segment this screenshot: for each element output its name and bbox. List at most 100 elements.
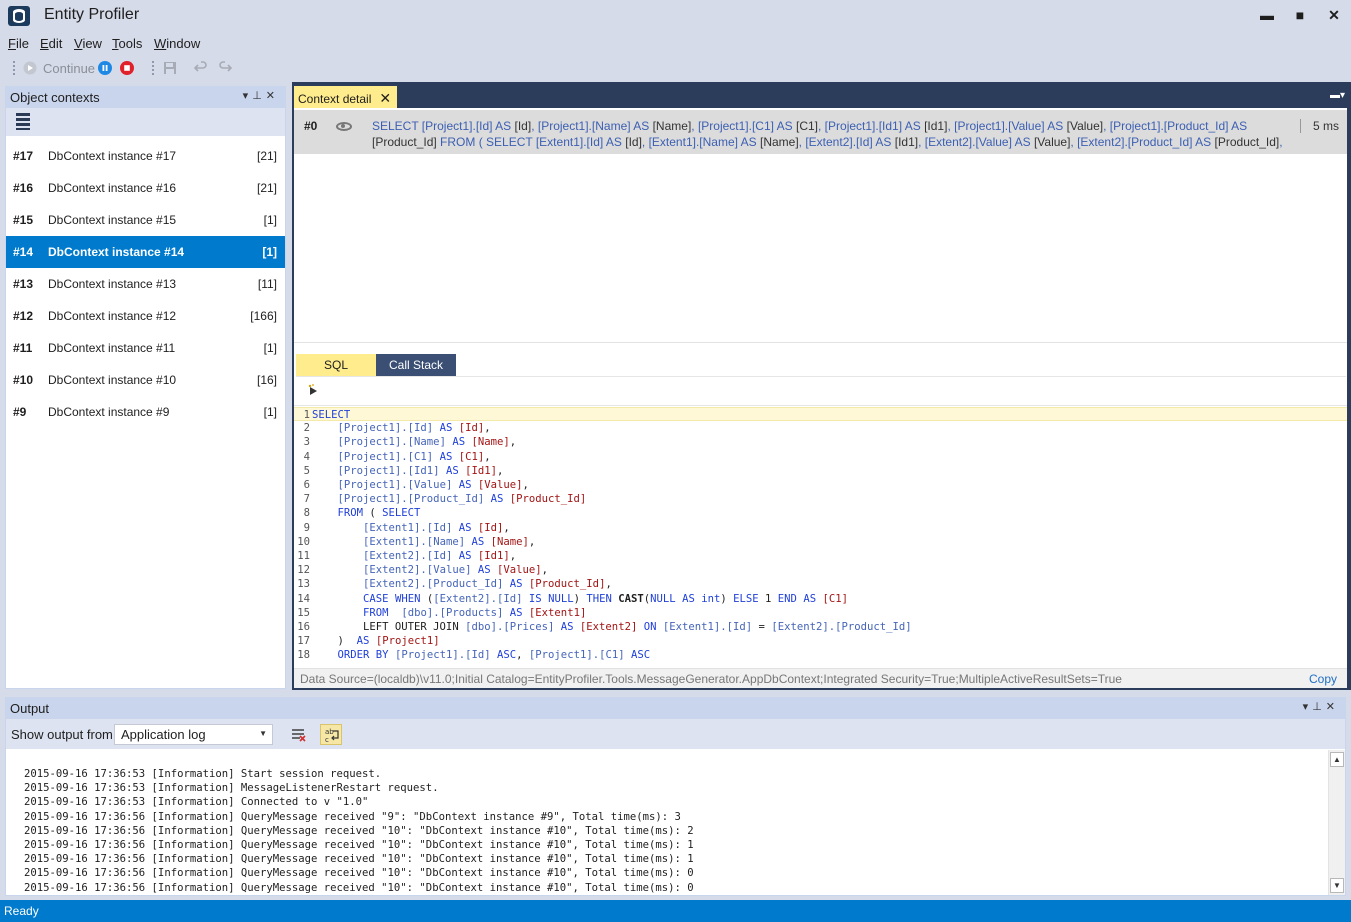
document-menu-icon[interactable]: ▬▾ bbox=[1330, 90, 1345, 101]
code-line: 1 SELECT bbox=[294, 407, 1347, 421]
tab-sql[interactable]: SQL bbox=[296, 354, 376, 376]
line-number: 9 bbox=[303, 521, 310, 534]
line-number: 16 bbox=[297, 621, 310, 633]
show-output-label: Show output from: bbox=[11, 727, 117, 742]
toolbar-grip-2[interactable] bbox=[151, 60, 155, 76]
dropdown-icon[interactable]: ▾ bbox=[1303, 701, 1313, 713]
status-bar: Ready bbox=[0, 900, 1351, 922]
word-wrap-icon[interactable]: ab c bbox=[320, 724, 342, 745]
title-bar: Entity Profiler ▬ ■ ✕ bbox=[0, 0, 1351, 32]
context-list-item[interactable]: #12 DbContext instance #12 [166] bbox=[6, 300, 285, 332]
code-text: ) AS [Project1] bbox=[312, 635, 440, 648]
code-line: 17 ) AS [Project1] bbox=[294, 634, 1347, 648]
context-list-item[interactable]: #15 DbContext instance #15 [1] bbox=[6, 204, 285, 236]
code-text: [Project1].[Id1] AS [Id1], bbox=[337, 464, 504, 477]
panel-tools: ▾⊥✕ bbox=[1303, 700, 1339, 713]
stop-icon[interactable] bbox=[120, 61, 134, 75]
line-number: 11 bbox=[297, 550, 310, 562]
line-number: 7 bbox=[303, 493, 310, 506]
svg-text:ab: ab bbox=[325, 728, 334, 736]
sql-editor[interactable]: 1 SELECT 2 [Project1].[Id] AS [Id], 3 [Proj… bbox=[294, 405, 1347, 665]
context-name: DbContext instance #17 bbox=[48, 149, 177, 163]
chevron-down-icon: ▼ bbox=[259, 729, 267, 738]
menu-edit[interactable]: Edit bbox=[40, 36, 62, 51]
context-list-item[interactable]: #16 DbContext instance #16 [21] bbox=[6, 172, 285, 204]
format-sql-icon[interactable] bbox=[308, 384, 318, 396]
line-number: 5 bbox=[303, 464, 310, 477]
toolbar-grip[interactable] bbox=[12, 60, 16, 76]
close-button[interactable]: ✕ bbox=[1317, 4, 1351, 26]
context-list-item[interactable]: #11 DbContext instance #11 [1] bbox=[6, 332, 285, 364]
pause-icon[interactable] bbox=[98, 61, 112, 75]
undo-icon[interactable] bbox=[194, 61, 208, 75]
redo-icon[interactable] bbox=[218, 61, 232, 75]
window-title: Entity Profiler bbox=[44, 6, 140, 23]
close-icon[interactable]: ✕ bbox=[266, 90, 279, 102]
scroll-down-icon[interactable]: ▼ bbox=[1330, 878, 1344, 893]
code-line: 8 FROM ( SELECT bbox=[294, 506, 1347, 520]
context-name: DbContext instance #15 bbox=[48, 213, 177, 227]
code-text: FROM [dbo].[Products] AS [Extent1] bbox=[363, 606, 587, 619]
code-text: [Project1].[Value] AS [Value], bbox=[337, 479, 529, 491]
app-database-icon bbox=[8, 6, 30, 26]
code-line: 16 LEFT OUTER JOIN [dbo].[Prices] AS [Ex… bbox=[294, 620, 1347, 634]
pin-icon[interactable]: ⊥ bbox=[1312, 701, 1326, 713]
output-source-value: Application log bbox=[121, 727, 206, 742]
context-name: DbContext instance #13 bbox=[48, 277, 177, 291]
main-toolbar: Continue bbox=[0, 56, 1351, 80]
tab-call-stack[interactable]: Call Stack bbox=[376, 354, 456, 376]
context-number: #15 bbox=[13, 213, 34, 227]
query-number: #0 bbox=[304, 119, 318, 133]
line-number: 3 bbox=[303, 436, 310, 449]
output-log[interactable]: 2015-09-16 17:36:53 [Information] Start … bbox=[24, 767, 694, 895]
line-number: 4 bbox=[303, 450, 310, 463]
context-query-count: [166] bbox=[250, 309, 277, 323]
output-source-select[interactable]: Application log ▼ bbox=[114, 724, 273, 745]
context-number: #14 bbox=[13, 245, 34, 259]
splitter[interactable] bbox=[294, 342, 1347, 343]
dropdown-icon[interactable]: ▾ bbox=[243, 90, 253, 102]
close-tab-icon[interactable]: ✕ bbox=[379, 90, 391, 106]
code-line: 13 [Extent2].[Product_Id] AS [Product_Id… bbox=[294, 577, 1347, 591]
code-line: 11 [Extent2].[Id] AS [Id1], bbox=[294, 549, 1347, 563]
save-icon[interactable] bbox=[163, 61, 177, 75]
query-row[interactable]: #0 SELECT [Project1].[Id] AS [Id], [Proj… bbox=[294, 110, 1347, 154]
minimize-button[interactable]: ▬ bbox=[1250, 4, 1284, 26]
context-number: #9 bbox=[13, 405, 27, 419]
eye-icon[interactable] bbox=[336, 122, 352, 131]
pin-icon[interactable]: ⊥ bbox=[252, 90, 266, 102]
tab-context-detail[interactable]: Context detail ✕ bbox=[294, 86, 398, 108]
context-query-count: [21] bbox=[256, 149, 277, 163]
line-number: 14 bbox=[297, 592, 310, 605]
maximize-button[interactable]: ■ bbox=[1283, 4, 1317, 26]
menu-view[interactable]: View bbox=[74, 36, 102, 51]
context-name: DbContext instance #14 bbox=[48, 245, 185, 259]
output-scrollbar[interactable]: ▲ ▼ bbox=[1328, 750, 1345, 895]
tab-label: Context detail bbox=[298, 92, 372, 106]
scroll-up-icon[interactable]: ▲ bbox=[1330, 752, 1344, 767]
context-name: DbContext instance #16 bbox=[48, 181, 177, 195]
line-number: 17 bbox=[297, 635, 310, 648]
context-list-item[interactable]: #14 DbContext instance #14 [1] bbox=[6, 236, 285, 268]
context-name: DbContext instance #12 bbox=[48, 309, 177, 323]
context-list-item[interactable]: #17 DbContext instance #17 [21] bbox=[6, 140, 285, 172]
menu-tools[interactable]: Tools bbox=[112, 36, 142, 51]
context-list-item[interactable]: #13 DbContext instance #13 [11] bbox=[6, 268, 285, 300]
code-text: ORDER BY [Project1].[Id] ASC, [Project1]… bbox=[337, 649, 651, 662]
copy-link[interactable]: Copy bbox=[1309, 672, 1337, 686]
line-number: 18 bbox=[297, 649, 310, 662]
panel-tools: ▾⊥✕ bbox=[243, 89, 279, 102]
menu-window[interactable]: Window bbox=[154, 36, 200, 51]
line-number: 1 bbox=[303, 409, 310, 421]
menu-file[interactable]: File bbox=[8, 36, 29, 51]
clear-output-icon[interactable] bbox=[287, 724, 309, 745]
database-icon[interactable] bbox=[16, 113, 30, 130]
code-line: 6 [Project1].[Value] AS [Value], bbox=[294, 478, 1347, 492]
context-list-item[interactable]: #9 DbContext instance #9 [1] bbox=[6, 396, 285, 428]
context-list-item[interactable]: #10 DbContext instance #10 [16] bbox=[6, 364, 285, 396]
code-line: 3 [Project1].[Name] AS [Name], bbox=[294, 435, 1347, 449]
context-number: #16 bbox=[13, 181, 34, 195]
close-icon[interactable]: ✕ bbox=[1326, 701, 1339, 713]
line-number: 2 bbox=[303, 422, 310, 435]
code-text: [Project1].[Id] AS [Id], bbox=[337, 422, 491, 435]
